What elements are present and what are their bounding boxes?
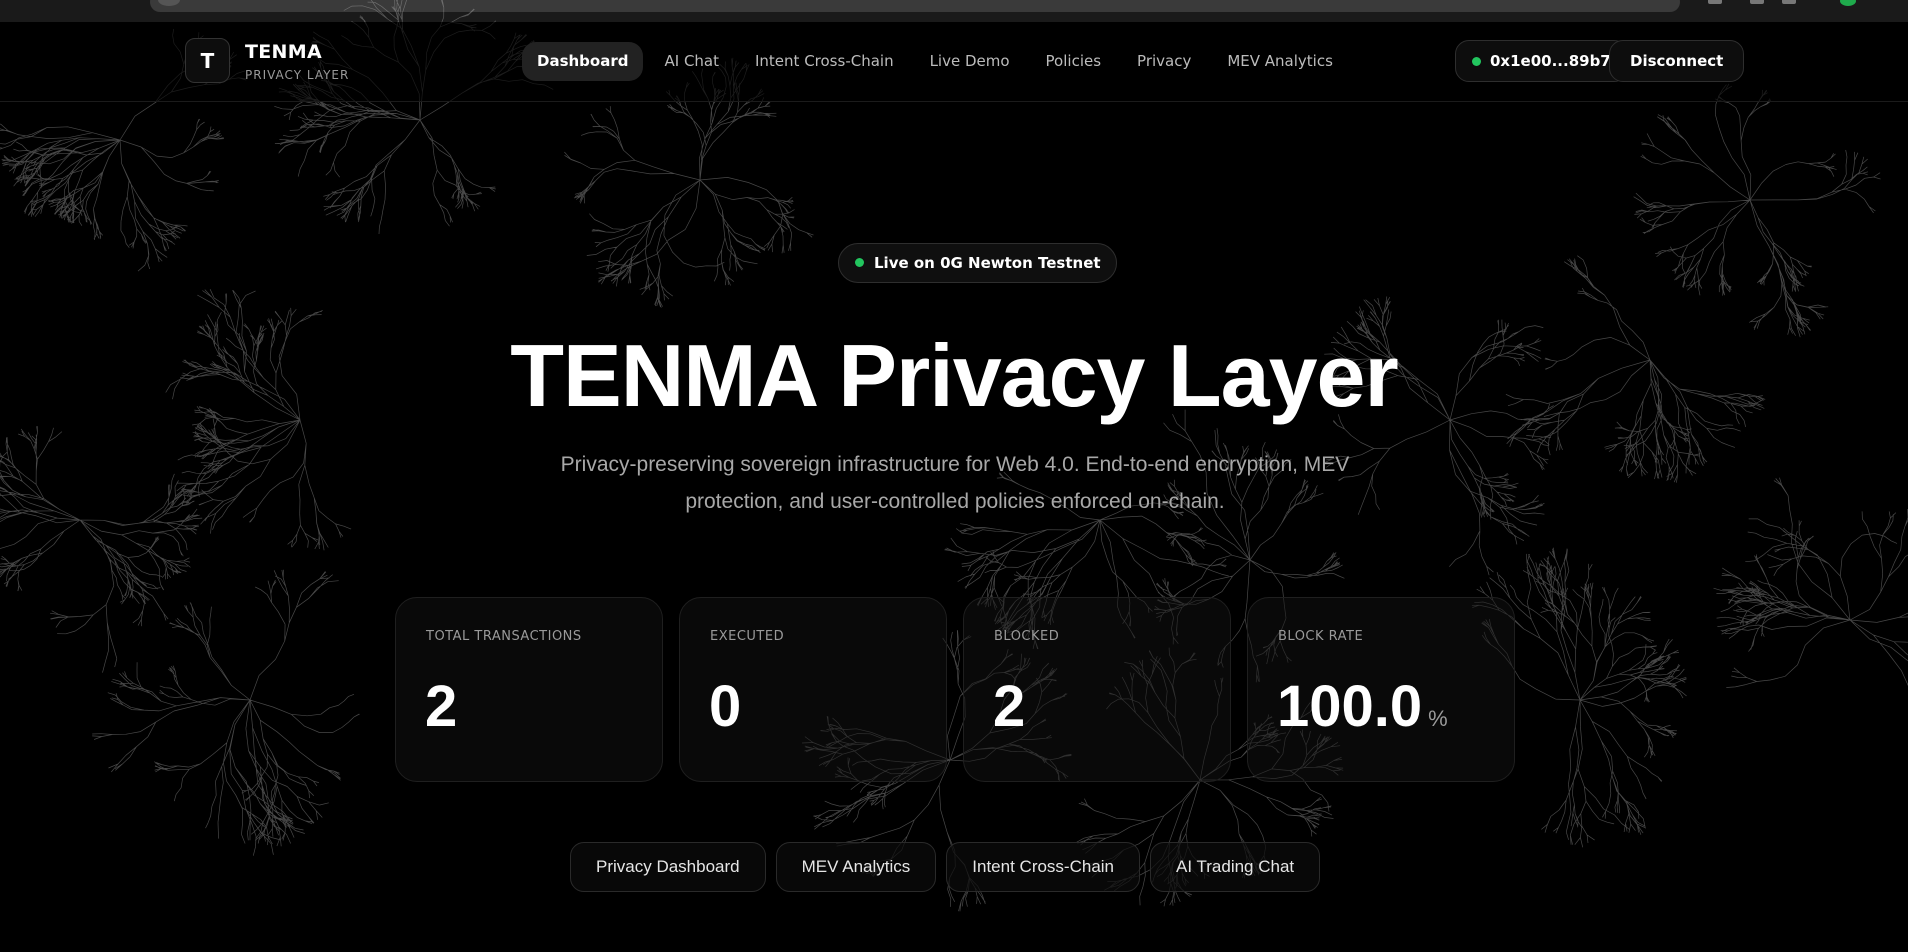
wallet-address-button[interactable]: 0x1e00...89b7 <box>1455 40 1628 82</box>
nav-item-mev-analytics[interactable]: MEV Analytics <box>1212 42 1348 81</box>
quick-links: Privacy Dashboard MEV Analytics Intent C… <box>570 842 1321 892</box>
page-title: TENMA Privacy Layer <box>510 326 1398 425</box>
browser-toolbar <box>0 0 1908 22</box>
live-status-icon <box>855 258 864 267</box>
stat-card-block-rate: BLOCK RATE 100.0% <box>1247 597 1515 782</box>
intent-cross-chain-button[interactable]: Intent Cross-Chain <box>946 842 1141 892</box>
stat-value: 2 <box>425 674 458 739</box>
network-status-text: Live on 0G Newton Testnet <box>874 254 1101 272</box>
brand-subtitle: PRIVACY LAYER <box>245 68 350 82</box>
extension-icon[interactable] <box>1782 0 1796 4</box>
stat-card-blocked: BLOCKED 2 <box>963 597 1231 782</box>
network-status-badge: Live on 0G Newton Testnet <box>838 243 1117 283</box>
stat-label: BLOCK RATE <box>1278 629 1364 644</box>
stat-value: 0 <box>709 674 742 739</box>
nav-item-ai-chat[interactable]: AI Chat <box>649 42 734 81</box>
stat-card-total-transactions: TOTAL TRANSACTIONS 2 <box>395 597 663 782</box>
extension-icon[interactable] <box>1750 0 1764 4</box>
profile-icon[interactable] <box>1840 0 1856 6</box>
stat-card-executed: EXECUTED 0 <box>679 597 947 782</box>
nav-item-privacy[interactable]: Privacy <box>1122 42 1206 81</box>
hero-description: Privacy-preserving sovereign infrastruct… <box>560 453 1350 513</box>
nav-item-dashboard[interactable]: Dashboard <box>522 42 644 81</box>
stat-value: 100.0% <box>1277 673 1448 740</box>
ai-trading-chat-button[interactable]: AI Trading Chat <box>1150 842 1321 892</box>
wallet-address: 0x1e00...89b7 <box>1490 52 1611 70</box>
brand-name: TENMA <box>245 41 322 63</box>
main-nav: Dashboard AI Chat Intent Cross-Chain Liv… <box>522 42 1348 81</box>
stat-value: 2 <box>993 674 1026 739</box>
connected-status-icon <box>1472 57 1481 66</box>
stat-label: EXECUTED <box>710 629 785 644</box>
stat-number: 100.0 <box>1277 674 1423 739</box>
nav-item-intent-cross-chain[interactable]: Intent Cross-Chain <box>740 42 909 81</box>
nav-item-live-demo[interactable]: Live Demo <box>915 42 1025 81</box>
stat-unit: % <box>1428 706 1448 731</box>
top-navbar: T TENMA PRIVACY LAYER Dashboard AI Chat … <box>0 22 1908 102</box>
disconnect-button[interactable]: Disconnect <box>1609 40 1745 82</box>
privacy-dashboard-button[interactable]: Privacy Dashboard <box>570 842 766 892</box>
stat-label: TOTAL TRANSACTIONS <box>426 629 582 644</box>
address-bar[interactable] <box>150 0 1680 12</box>
stat-label: BLOCKED <box>994 629 1060 644</box>
mev-analytics-button[interactable]: MEV Analytics <box>775 842 937 892</box>
logo-icon[interactable]: T <box>185 38 230 83</box>
stats-grid: TOTAL TRANSACTIONS 2 EXECUTED 0 BLOCKED … <box>395 597 1515 782</box>
extension-icon[interactable] <box>1708 0 1722 4</box>
nav-item-policies[interactable]: Policies <box>1031 42 1116 81</box>
